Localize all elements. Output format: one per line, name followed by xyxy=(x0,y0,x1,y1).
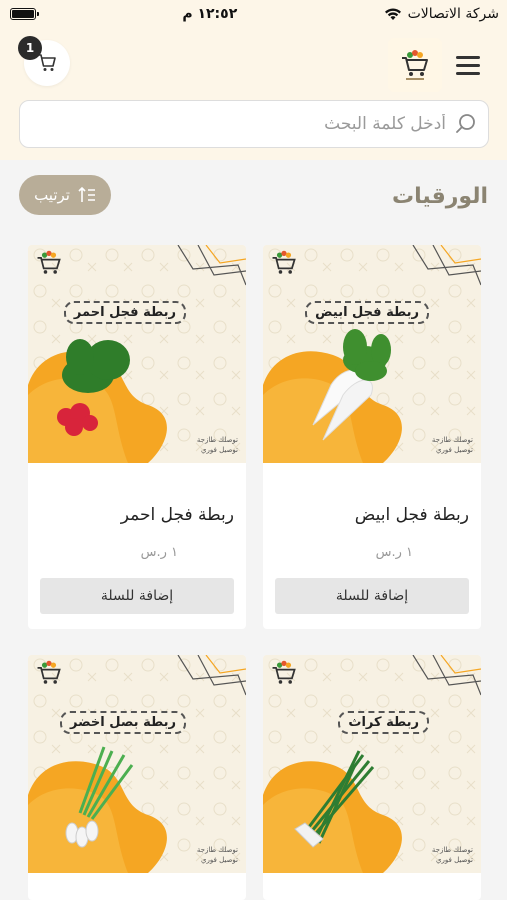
menu-icon-bar xyxy=(456,55,480,59)
cart-icon xyxy=(38,54,56,71)
product-card[interactable]: ربطة فجل ابيض توصلك طازجة توصيل فوري ربطة ف… xyxy=(263,245,481,629)
cart-count-badge: 1 xyxy=(18,36,42,60)
product-name[interactable]: ربطة فجل ابيض xyxy=(275,505,469,531)
search-input[interactable] xyxy=(46,114,446,134)
product-image[interactable]: ربطة فجل ابيض توصلك طازجة توصيل فوري xyxy=(263,245,481,463)
status-left xyxy=(10,8,39,20)
product-image-tag: ربطة فجل ابيض xyxy=(305,301,429,324)
note-line: توصلك طازجة xyxy=(196,436,238,444)
wifi-icon xyxy=(384,8,401,20)
note-line: توصلك طازجة xyxy=(431,436,473,444)
logo-icon xyxy=(402,50,428,80)
brand-logo-icon xyxy=(272,660,296,684)
note-line: توصلك طازجة xyxy=(431,846,473,854)
search-icon xyxy=(456,114,475,133)
product-card[interactable]: ربطة كراث توصلك طازجة توصيل فوري xyxy=(263,655,481,900)
product-card[interactable]: ربطة بصل اخضر توصلك طازجة توصيل فوري xyxy=(28,655,246,900)
product-name[interactable]: ربطة فجل احمر xyxy=(40,505,234,531)
note-line: توصيل فوري xyxy=(436,446,473,454)
product-price: ١ ر.س xyxy=(375,545,413,560)
add-to-cart-button[interactable]: إضافة للسلة xyxy=(40,578,234,614)
menu-button[interactable] xyxy=(456,50,486,80)
brand-logo-icon xyxy=(37,250,61,274)
product-image[interactable]: ربطة كراث توصلك طازجة توصيل فوري xyxy=(263,655,481,873)
battery-icon xyxy=(10,8,39,20)
status-right: شركة الاتصالات xyxy=(384,6,499,22)
note-line: توصيل فوري xyxy=(201,446,238,454)
product-price: ١ ر.س xyxy=(140,545,178,560)
product-card-body: ربطة فجل ابيض ١ ر.س إضافة للسلة xyxy=(263,505,481,626)
product-card-body: ربطة فجل احمر ١ ر.س إضافة للسلة xyxy=(28,505,246,626)
status-time: ١٢:٥٢ م xyxy=(182,6,238,22)
status-bar: ١٢:٥٢ م شركة الاتصالات xyxy=(0,0,507,28)
cart-button[interactable]: 1 xyxy=(18,36,70,86)
brand-logo-icon xyxy=(272,250,296,274)
product-image-note: توصلك طازجة توصيل فوري xyxy=(197,845,238,865)
product-card[interactable]: ربطة فجل احمر توصلك طازجة توصيل فوري ربطة ف… xyxy=(28,245,246,629)
app-logo[interactable] xyxy=(388,38,442,92)
product-image[interactable]: ربطة بصل اخضر توصلك طازجة توصيل فوري xyxy=(28,655,246,873)
add-to-cart-button[interactable]: إضافة للسلة xyxy=(275,578,469,614)
product-image-note: توصلك طازجة توصيل فوري xyxy=(432,435,473,455)
product-image-tag: ربطة كراث xyxy=(338,711,429,734)
product-image-note: توصلك طازجة توصيل فوري xyxy=(432,845,473,865)
carrier-name: شركة الاتصالات xyxy=(407,6,499,22)
brand-logo-icon xyxy=(37,660,61,684)
note-line: توصلك طازجة xyxy=(196,846,238,854)
product-image[interactable]: ربطة فجل احمر توصلك طازجة توصيل فوري xyxy=(28,245,246,463)
menu-icon-bar xyxy=(456,71,480,75)
search-bar[interactable] xyxy=(19,100,489,148)
app-header: 1 xyxy=(0,28,507,160)
product-image-tag: ربطة فجل احمر xyxy=(63,301,186,324)
sort-label: ترتيب xyxy=(34,186,70,204)
product-image-tag: ربطة بصل اخضر xyxy=(60,711,186,734)
section-title: الورقيات xyxy=(391,184,488,209)
note-line: توصيل فوري xyxy=(436,856,473,864)
product-image-note: توصلك طازجة توصيل فوري xyxy=(197,435,238,455)
sort-icon xyxy=(78,186,95,202)
note-line: توصيل فوري xyxy=(201,856,238,864)
menu-icon-bar xyxy=(456,63,480,67)
sort-button[interactable]: ترتيب xyxy=(19,175,111,215)
